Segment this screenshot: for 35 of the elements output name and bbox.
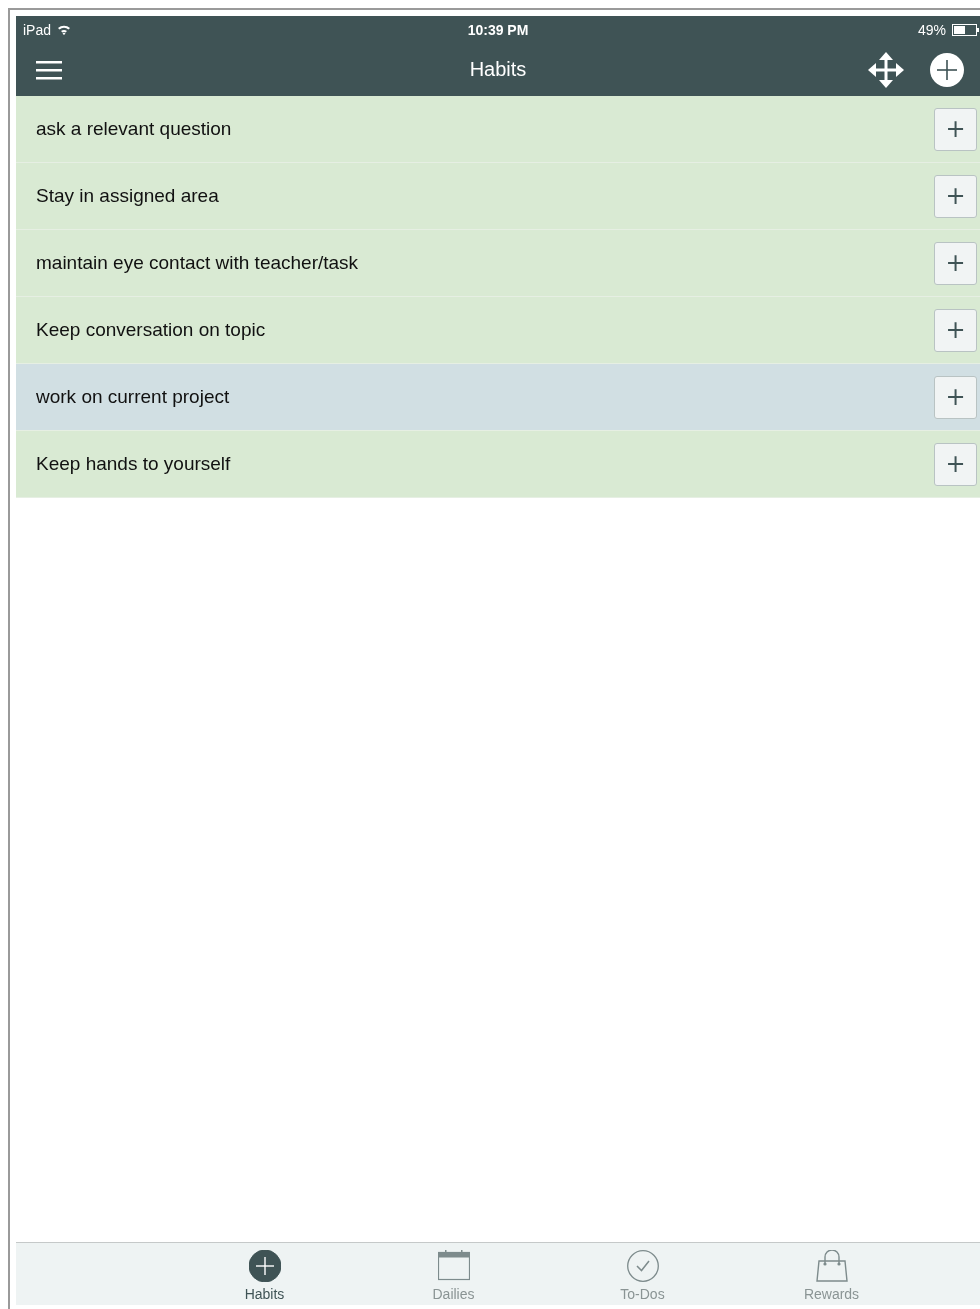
habit-text: ask a relevant question bbox=[36, 118, 232, 140]
plus-button[interactable]: + bbox=[934, 107, 977, 151]
habit-row[interactable]: Stay in assigned area + bbox=[16, 163, 980, 230]
habit-text: maintain eye contact with teacher/task bbox=[36, 252, 359, 274]
battery-percent: 49% bbox=[917, 21, 946, 38]
battery-icon bbox=[952, 23, 980, 36]
habit-row[interactable]: work on current project + bbox=[16, 364, 980, 431]
calendar-icon bbox=[437, 1250, 470, 1282]
habit-row[interactable]: Keep conversation on topic + bbox=[16, 297, 980, 364]
wifi-icon bbox=[57, 24, 72, 35]
add-circle-icon[interactable] bbox=[930, 52, 964, 87]
habit-text: Stay in assigned area bbox=[36, 185, 219, 207]
status-time: 10:39 PM bbox=[467, 21, 529, 38]
habit-text: Keep conversation on topic bbox=[36, 319, 266, 341]
plus-button[interactable]: + bbox=[934, 442, 977, 486]
habit-row[interactable]: maintain eye contact with teacher/task + bbox=[16, 230, 980, 297]
plus-button[interactable]: + bbox=[934, 308, 977, 352]
habit-text: Keep hands to yourself bbox=[36, 453, 231, 475]
tab-label: Habits bbox=[244, 1286, 285, 1302]
checkmark-circle-icon bbox=[626, 1250, 659, 1282]
plus-button[interactable]: + bbox=[934, 241, 977, 285]
tab-item[interactable]: Habits bbox=[170, 1243, 359, 1305]
screen-title: Habits bbox=[469, 58, 527, 81]
shopping-bag-icon bbox=[815, 1250, 848, 1282]
tab-label: Rewards bbox=[803, 1286, 860, 1302]
tab-label: Dailies bbox=[432, 1286, 475, 1302]
move-arrows-icon[interactable] bbox=[868, 51, 904, 88]
habit-row[interactable]: ask a relevant question + bbox=[16, 96, 980, 163]
tab-label: To-Dos bbox=[620, 1286, 665, 1302]
habit-text: work on current project bbox=[36, 386, 230, 408]
device-name: iPad bbox=[23, 21, 52, 38]
plus-button[interactable]: + bbox=[934, 174, 977, 218]
plus-button[interactable]: + bbox=[934, 375, 977, 419]
menu-icon[interactable] bbox=[36, 59, 62, 80]
habit-row[interactable]: Keep hands to yourself + bbox=[16, 431, 980, 498]
